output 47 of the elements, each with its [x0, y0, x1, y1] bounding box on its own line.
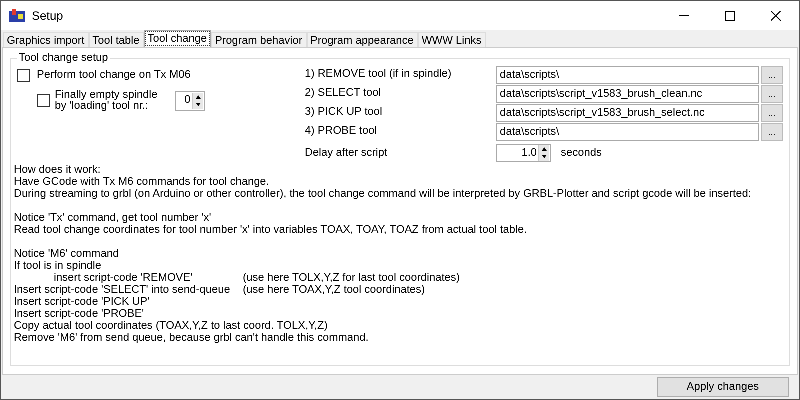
- help-text: Copy actual tool coordinates (TOAX,Y,Z to last coord. TOLX,Y,Z): [14, 320, 328, 332]
- help-text: Insert script-code 'PICK UP': [14, 296, 150, 308]
- spin-arrows-icon[interactable]: [538, 145, 549, 161]
- checkbox[interactable]: [37, 94, 50, 107]
- checkbox[interactable]: [17, 68, 30, 82]
- delay-label: Delay after script: [305, 146, 389, 161]
- browse-button[interactable]: ...: [761, 104, 783, 122]
- checkbox-label: Finally empty spindle by 'loading' tool nr.:: [55, 90, 158, 112]
- help-note: (use here TOAX,Y,Z tool coordinates): [243, 284, 426, 296]
- help-note: (use here TOLX,Y,Z for last tool coordinates): [243, 272, 460, 284]
- browse-button[interactable]: ...: [761, 84, 783, 102]
- help-text: During streaming to grbl (on Arduino or other controller), the tool change command will be interpreted by GRBL-Plotter and script gcode will be inserted:: [14, 188, 752, 200]
- tab[interactable]: WWW Links: [418, 32, 486, 47]
- browse-button[interactable]: ...: [761, 122, 783, 140]
- help-text: Notice 'M6' command: [14, 248, 120, 260]
- help-text: Have GCode with Tx M6 commands for tool change.: [14, 176, 270, 188]
- tab[interactable]: Program behavior: [211, 32, 306, 47]
- app-icon: [9, 8, 25, 22]
- tab[interactable]: Program appearance: [306, 32, 418, 47]
- script-label: 1) REMOVE tool (if in spindle): [305, 67, 453, 82]
- script-path-field[interactable]: data\scripts\: [496, 66, 759, 84]
- script-label: 2) SELECT tool: [305, 86, 382, 102]
- script-label: 4) PROBE tool: [305, 124, 378, 140]
- script-path-field[interactable]: data\scripts\script_v1583_brush_clean.nc: [496, 84, 759, 102]
- help-text: insert script-code 'REMOVE': [53, 272, 194, 284]
- help-text: Remove 'M6' from send queue, because grbl can't handle this command.: [14, 332, 369, 344]
- tab[interactable]: Graphics import: [3, 32, 89, 47]
- group-title: Tool change setup: [17, 51, 110, 65]
- script-path-field[interactable]: data\scripts\: [496, 122, 759, 140]
- help-text: If tool is in spindle: [14, 260, 102, 272]
- tool-number-spinner[interactable]: 0: [174, 90, 205, 110]
- help-text: How does it work:: [14, 164, 101, 176]
- help-text: Notice 'Tx' command, get tool number 'x': [14, 212, 212, 224]
- spin-arrows-icon[interactable]: [192, 92, 203, 108]
- help-text: Insert script-code 'PROBE': [14, 308, 144, 320]
- help-text: Insert script-code 'SELECT' into send-queue: [14, 284, 232, 296]
- unit-label: seconds: [561, 146, 602, 161]
- tab[interactable]: Tool table: [88, 32, 144, 47]
- checkbox-label: Perform tool change on Tx M06: [37, 68, 191, 83]
- delay-spinner[interactable]: 1.0: [496, 144, 551, 162]
- help-text: Read tool change coordinates for tool number 'x' into variables TOAX, TOAY, TOAZ from actual tool table.: [14, 224, 528, 236]
- tab[interactable]: Tool change: [144, 30, 212, 47]
- browse-button[interactable]: ...: [761, 66, 783, 84]
- window-title: Setup: [32, 8, 64, 24]
- script-path-field[interactable]: data\scripts\script_v1583_brush_select.nc: [496, 104, 759, 122]
- apply-button[interactable]: Apply changes: [657, 377, 789, 397]
- script-label: 3) PICK UP tool: [305, 105, 384, 120]
